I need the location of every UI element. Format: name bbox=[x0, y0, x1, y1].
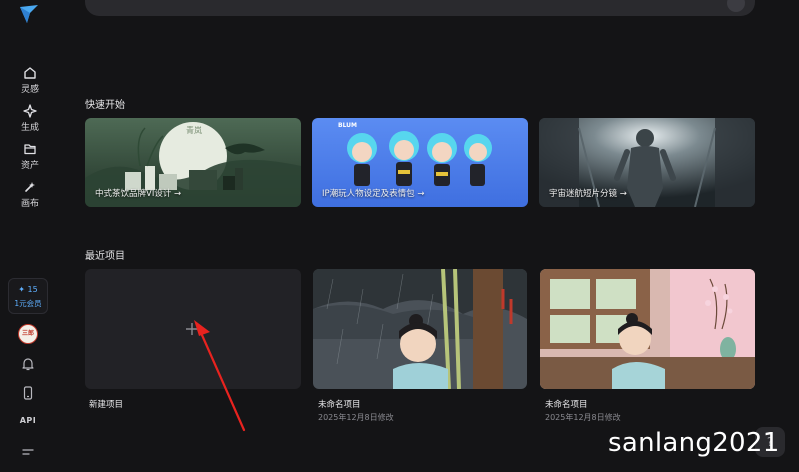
nav-label: 资产 bbox=[20, 161, 39, 171]
bell-icon[interactable] bbox=[20, 356, 36, 372]
membership-label: 1元会员 bbox=[14, 299, 42, 308]
quick-start-card-ip-figures[interactable]: BLUM IP潮玩人物设定及表情包 → bbox=[312, 118, 528, 207]
project-2-thumbnail bbox=[540, 269, 755, 389]
menu-icon[interactable] bbox=[20, 444, 36, 460]
membership-credits-button[interactable]: ✦ 15 1元会员 bbox=[8, 278, 48, 314]
nav-item-canvas[interactable]: 画布 bbox=[0, 180, 60, 209]
card-label: 宇宙迷航短片分镜 → bbox=[549, 189, 627, 199]
card-label: IP潮玩人物设定及表情包 → bbox=[322, 189, 425, 199]
project-card-1[interactable] bbox=[313, 269, 527, 389]
project-card-2[interactable] bbox=[540, 269, 755, 389]
project-date: 2025年12月8日修改 bbox=[545, 413, 621, 422]
recent-projects-title: 最近项目 bbox=[85, 251, 125, 262]
app-logo-icon[interactable] bbox=[18, 4, 40, 24]
watermark-text: sanlang2021 bbox=[608, 428, 780, 458]
sparkle-icon bbox=[23, 104, 37, 118]
card-sign-text: 青岚 bbox=[186, 126, 202, 135]
project-title: 未命名项目 bbox=[318, 400, 361, 410]
folder-icon bbox=[24, 144, 36, 155]
nav-label: 生成 bbox=[20, 123, 39, 133]
project-title: 未命名项目 bbox=[545, 400, 588, 410]
quick-start-title: 快速开始 bbox=[85, 100, 125, 111]
api-link[interactable]: API bbox=[0, 416, 56, 425]
card-badge-text: BLUM bbox=[338, 122, 358, 129]
card-label: 中式茶饮品牌VI设计 → bbox=[95, 189, 182, 199]
nav-item-assets[interactable]: 资产 bbox=[0, 142, 60, 171]
avatar-text: 三郎 bbox=[21, 330, 34, 337]
canvas-icon bbox=[25, 182, 35, 192]
quick-start-card-tea-brand[interactable]: 青岚 中式茶饮品牌VI设计 → bbox=[85, 118, 301, 207]
project-1-thumbnail bbox=[313, 269, 527, 389]
nav-label: 画布 bbox=[20, 199, 39, 209]
project-date: 2025年12月8日修改 bbox=[318, 413, 394, 422]
quick-start-card-space-trek[interactable]: 宇宙迷航短片分镜 → bbox=[539, 118, 755, 207]
new-project-label: 新建项目 bbox=[89, 400, 124, 410]
avatar[interactable]: 三郎 bbox=[18, 324, 38, 344]
submit-button[interactable] bbox=[727, 0, 745, 12]
nav-item-inspiration[interactable]: 灵感 bbox=[0, 66, 60, 95]
nav-item-generate[interactable]: 生成 bbox=[0, 104, 60, 133]
mobile-device-icon[interactable] bbox=[20, 385, 36, 401]
credit-count: ✦ 15 bbox=[18, 285, 38, 294]
home-icon bbox=[24, 67, 36, 79]
nav-label: 灵感 bbox=[20, 85, 39, 95]
sidebar: 灵感 生成 资产 画布 ✦ 15 1元会员 三郎 API bbox=[0, 0, 60, 472]
prompt-input-bar[interactable] bbox=[85, 0, 755, 16]
annotation-arrow-icon bbox=[194, 320, 246, 432]
